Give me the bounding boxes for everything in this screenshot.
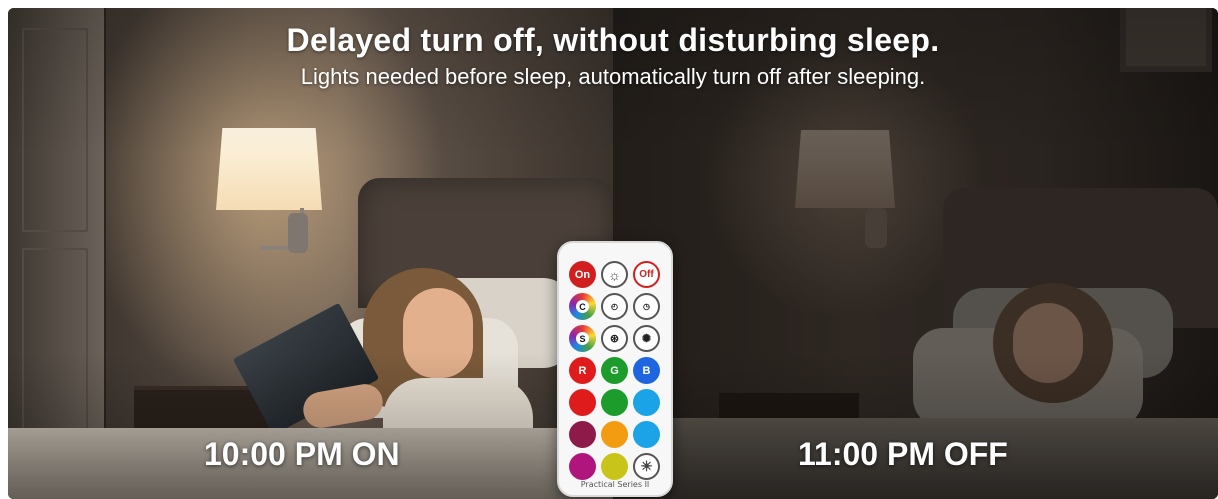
headline: Delayed turn off, without disturbing sle… [286, 22, 940, 58]
product-banner: Delayed turn off, without disturbing sle… [8, 8, 1218, 499]
dim-icon: ⊛ [601, 325, 628, 352]
color-cycle-button: C [569, 293, 596, 320]
color-strobe-button: S [569, 325, 596, 352]
color-button [633, 421, 660, 448]
color-button [601, 421, 628, 448]
off-time-label: 11:00 PM OFF [798, 436, 1008, 472]
color-button [569, 453, 596, 480]
color-button [601, 453, 628, 480]
color-button [569, 421, 596, 448]
remote-off-button: Off [633, 261, 660, 288]
timer-30m-icon: ◴ [601, 293, 628, 320]
red-button: R [569, 357, 596, 384]
timer-1h-icon: ◷ [633, 293, 660, 320]
subheadline: Lights needed before sleep, automaticall… [300, 64, 926, 89]
brightness-icon: ☼ [601, 261, 628, 288]
bright-icon: ✺ [633, 325, 660, 352]
blue-button: B [633, 357, 660, 384]
white-light-icon: ☀ [633, 453, 660, 480]
remote-model-label: Practical Series II [580, 480, 650, 489]
color-button [601, 389, 628, 416]
remote-control: On ☼ Off C ◴ ◷ S ⊛ ✺ R G B ☀ Practical S… [557, 241, 673, 497]
color-button [633, 389, 660, 416]
remote-on-button: On [569, 261, 596, 288]
color-button [569, 389, 596, 416]
green-button: G [601, 357, 628, 384]
on-time-label: 10:00 PM ON [204, 436, 400, 472]
